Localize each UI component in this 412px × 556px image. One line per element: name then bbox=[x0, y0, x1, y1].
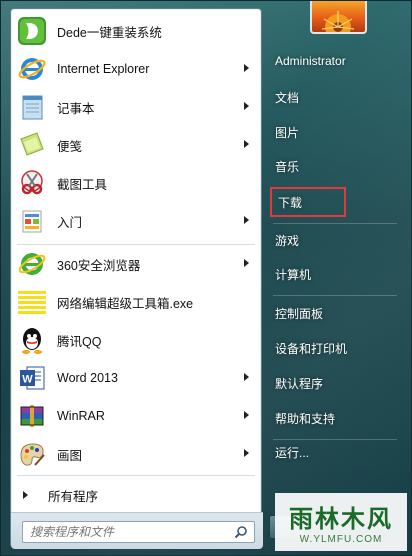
menu-item-label: 默认程序 bbox=[275, 376, 324, 391]
all-programs-button[interactable]: 所有程序 bbox=[11, 480, 261, 510]
program-label: 网络编辑超级工具箱.exe bbox=[57, 296, 194, 311]
program-word[interactable]: W Word 2013 bbox=[11, 359, 261, 397]
menu-item-label: 帮助和支持 bbox=[275, 411, 336, 426]
svg-text:W: W bbox=[22, 374, 33, 386]
all-programs-label: 所有程序 bbox=[48, 489, 99, 504]
program-label: 腾讯QQ bbox=[57, 334, 102, 349]
menu-item-user[interactable]: Administrator bbox=[269, 47, 407, 75]
program-internet-explorer[interactable]: Internet Explorer bbox=[11, 50, 261, 88]
program-list: Dede一键重装系统 Internet Explorer 记事本 便笺 截图工具… bbox=[11, 12, 261, 473]
submenu-arrow-icon[interactable] bbox=[244, 216, 249, 224]
internet-explorer-icon bbox=[15, 52, 49, 86]
program-label: 截图工具 bbox=[57, 177, 108, 192]
menu-item-computer[interactable]: 计算机 bbox=[269, 260, 407, 288]
menu-item-label: 文档 bbox=[275, 90, 300, 105]
menu-item-label: 图片 bbox=[275, 125, 300, 140]
paint-icon bbox=[15, 437, 49, 471]
menu-item-pictures[interactable]: 图片 bbox=[269, 118, 407, 146]
notepad-icon bbox=[15, 90, 49, 124]
watermark-logo: 雨林木风 bbox=[289, 506, 393, 533]
program-notepad[interactable]: 记事本 bbox=[11, 88, 261, 126]
winrar-icon bbox=[15, 399, 49, 433]
program-label: Word 2013 bbox=[57, 371, 118, 385]
divider bbox=[17, 475, 255, 476]
watermark-url: W.YLMFU.COM bbox=[299, 534, 383, 545]
menu-item-control-panel[interactable]: 控制面板 bbox=[269, 299, 407, 327]
menu-item-run[interactable]: 运行... bbox=[269, 438, 407, 466]
menu-item-label: 计算机 bbox=[275, 267, 312, 282]
program-label: Dede一键重装系统 bbox=[57, 25, 162, 40]
divider bbox=[273, 295, 397, 296]
dede-icon bbox=[15, 14, 49, 48]
word-icon: W bbox=[15, 361, 49, 395]
search-input[interactable] bbox=[30, 525, 220, 539]
submenu-arrow-icon[interactable] bbox=[244, 373, 249, 381]
program-getting-started[interactable]: 入门 bbox=[11, 202, 261, 240]
menu-item-help-support[interactable]: 帮助和支持 bbox=[269, 404, 407, 432]
search-box[interactable] bbox=[22, 521, 255, 543]
submenu-arrow-icon[interactable] bbox=[244, 449, 249, 457]
menu-item-music[interactable]: 音乐 bbox=[269, 152, 407, 180]
program-paint[interactable]: 画图 bbox=[11, 435, 261, 473]
360-browser-icon bbox=[15, 247, 49, 281]
program-360-browser[interactable]: 360安全浏览器 bbox=[11, 245, 261, 283]
toolbox-icon bbox=[15, 285, 49, 319]
menu-item-games[interactable]: 游戏 bbox=[269, 226, 407, 254]
submenu-arrow-icon[interactable] bbox=[244, 140, 249, 148]
program-qq[interactable]: 腾讯QQ bbox=[11, 321, 261, 359]
menu-item-label: 游戏 bbox=[275, 233, 300, 248]
program-label: 画图 bbox=[57, 448, 83, 463]
program-snipping-tool[interactable]: 截图工具 bbox=[11, 164, 261, 202]
submenu-arrow-icon[interactable] bbox=[244, 102, 249, 110]
program-label: WinRAR bbox=[57, 409, 105, 423]
menu-item-label: Administrator bbox=[275, 54, 346, 68]
program-toolbox[interactable]: 网络编辑超级工具箱.exe bbox=[11, 283, 261, 321]
user-avatar[interactable] bbox=[310, 1, 367, 34]
program-label: 360安全浏览器 bbox=[57, 258, 141, 273]
getting-started-icon bbox=[15, 204, 49, 238]
program-dede[interactable]: Dede一键重装系统 bbox=[11, 12, 261, 50]
divider bbox=[273, 223, 397, 224]
program-label: 便笺 bbox=[57, 139, 83, 154]
all-programs-arrow-icon bbox=[23, 491, 28, 499]
program-sticky-notes[interactable]: 便笺 bbox=[11, 126, 261, 164]
program-label: 入门 bbox=[57, 215, 83, 230]
menu-item-devices-printers[interactable]: 设备和打印机 bbox=[269, 334, 407, 362]
start-menu: Dede一键重装系统 Internet Explorer 记事本 便笺 截图工具… bbox=[0, 0, 412, 556]
watermark: 雨林木风 W.YLMFU.COM bbox=[275, 493, 407, 551]
submenu-arrow-icon[interactable] bbox=[244, 411, 249, 419]
menu-item-documents[interactable]: 文档 bbox=[269, 83, 407, 111]
places-pane: Administrator 文档 图片 音乐 下载 游戏 计算机 控制面板 设备… bbox=[263, 1, 412, 556]
sticky-notes-icon bbox=[15, 128, 49, 162]
search-icon[interactable] bbox=[234, 525, 248, 539]
program-winrar[interactable]: WinRAR bbox=[11, 397, 261, 435]
menu-item-label: 运行... bbox=[275, 445, 310, 460]
menu-item-label: 设备和打印机 bbox=[275, 341, 348, 356]
menu-item-label: 下载 bbox=[278, 195, 303, 210]
menu-item-label: 控制面板 bbox=[275, 306, 324, 321]
programs-pane: Dede一键重装系统 Internet Explorer 记事本 便笺 截图工具… bbox=[10, 8, 263, 549]
submenu-arrow-icon[interactable] bbox=[244, 64, 249, 72]
program-label: 记事本 bbox=[57, 101, 95, 116]
menu-item-default-programs[interactable]: 默认程序 bbox=[269, 369, 407, 397]
search-area bbox=[11, 512, 263, 549]
menu-item-label: 音乐 bbox=[275, 159, 300, 174]
snipping-tool-icon bbox=[15, 166, 49, 200]
program-label: Internet Explorer bbox=[57, 62, 150, 76]
menu-item-downloads[interactable]: 下载 bbox=[270, 187, 346, 217]
qq-icon bbox=[15, 323, 49, 357]
submenu-arrow-icon[interactable] bbox=[244, 259, 249, 267]
